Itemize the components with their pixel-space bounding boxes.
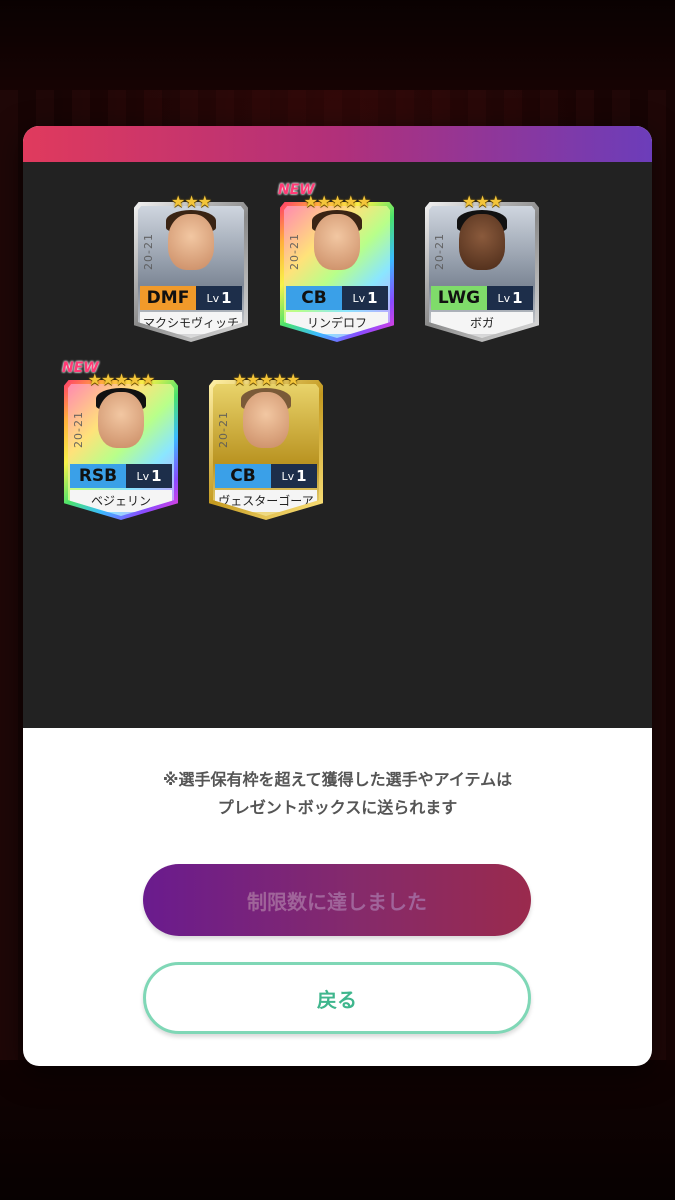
card-inner: 20-21 LWG Lv 1 ボガ [429, 206, 535, 338]
level-label: Lv [352, 291, 366, 305]
info-line: プレゼントボックスに送られます [217, 798, 458, 817]
position-badge: LWG [431, 286, 487, 310]
rarity-stars: ★★★ [170, 192, 212, 211]
player-portrait [168, 214, 214, 270]
level-label: Lv [281, 469, 295, 483]
position-badge: CB [286, 286, 342, 310]
result-dialog: 20-21 DMF Lv 1 マクシモヴィッチ ★★★ 20-21 CB Lv … [23, 126, 652, 1066]
card-inner: 20-21 RSB Lv 1 ベジェリン [68, 384, 174, 516]
card-frame: 20-21 CB Lv 1 リンデロフ [280, 202, 394, 342]
level-badge: Lv 1 [196, 286, 242, 310]
new-badge: NEW [62, 360, 99, 376]
position-badge: DMF [140, 286, 196, 310]
rarity-stars: ★★★ [461, 192, 503, 211]
info-message: ※選手保有枠を超えて獲得した選手やアイテムは プレゼントボックスに送られます [23, 766, 652, 822]
season-label: 20-21 [433, 233, 446, 270]
player-card[interactable]: 20-21 RSB Lv 1 ベジェリン ★★★★★ NEW [62, 360, 178, 522]
position-level-row: CB Lv 1 [286, 286, 388, 310]
card-frame: 20-21 CB Lv 1 ヴェスターゴーア [209, 380, 323, 520]
player-name: マクシモヴィッチ [140, 312, 242, 334]
position-level-row: DMF Lv 1 [140, 286, 242, 310]
back-button[interactable]: 戻る [143, 962, 531, 1034]
player-card[interactable]: 20-21 LWG Lv 1 ボガ ★★★ [425, 192, 539, 344]
level-badge: Lv 1 [342, 286, 388, 310]
season-label: 20-21 [217, 411, 230, 448]
player-card[interactable]: 20-21 DMF Lv 1 マクシモヴィッチ ★★★ [134, 192, 248, 344]
position-level-row: CB Lv 1 [215, 464, 317, 488]
card-frame: 20-21 RSB Lv 1 ベジェリン [64, 380, 178, 520]
limit-reached-button[interactable]: 制限数に達しました [143, 864, 531, 936]
level-value: 1 [296, 467, 307, 485]
player-portrait [243, 392, 289, 448]
level-badge: Lv 1 [126, 464, 172, 488]
player-name: ベジェリン [70, 490, 172, 512]
level-label: Lv [206, 291, 220, 305]
info-line: ※選手保有枠を超えて獲得した選手やアイテムは [162, 770, 513, 789]
player-portrait [314, 214, 360, 270]
level-badge: Lv 1 [487, 286, 533, 310]
level-value: 1 [221, 289, 232, 307]
level-label: Lv [497, 291, 511, 305]
level-value: 1 [367, 289, 378, 307]
position-badge: CB [215, 464, 271, 488]
position-level-row: LWG Lv 1 [431, 286, 533, 310]
position-level-row: RSB Lv 1 [70, 464, 172, 488]
player-card[interactable]: 20-21 CB Lv 1 ヴェスターゴーア ★★★★★ [209, 370, 323, 522]
season-label: 20-21 [72, 411, 85, 448]
card-inner: 20-21 CB Lv 1 リンデロフ [284, 206, 390, 338]
card-inner: 20-21 CB Lv 1 ヴェスターゴーア [213, 384, 319, 516]
player-portrait [459, 214, 505, 270]
season-label: 20-21 [142, 233, 155, 270]
player-name: リンデロフ [286, 312, 388, 334]
dialog-header-bar [23, 126, 652, 162]
level-label: Lv [136, 469, 150, 483]
level-value: 1 [512, 289, 523, 307]
level-badge: Lv 1 [271, 464, 317, 488]
card-frame: 20-21 DMF Lv 1 マクシモヴィッチ [134, 202, 248, 342]
card-inner: 20-21 DMF Lv 1 マクシモヴィッチ [138, 206, 244, 338]
player-name: ヴェスターゴーア [215, 490, 317, 512]
level-value: 1 [151, 467, 162, 485]
new-badge: NEW [278, 182, 315, 198]
player-portrait [98, 392, 144, 448]
player-name: ボガ [431, 312, 533, 334]
player-cards-area: 20-21 DMF Lv 1 マクシモヴィッチ ★★★ 20-21 CB Lv … [23, 162, 652, 728]
position-badge: RSB [70, 464, 126, 488]
rarity-stars: ★★★★★ [232, 370, 301, 389]
card-frame: 20-21 LWG Lv 1 ボガ [425, 202, 539, 342]
season-label: 20-21 [288, 233, 301, 270]
player-card[interactable]: 20-21 CB Lv 1 リンデロフ ★★★★★ NEW [278, 182, 394, 344]
